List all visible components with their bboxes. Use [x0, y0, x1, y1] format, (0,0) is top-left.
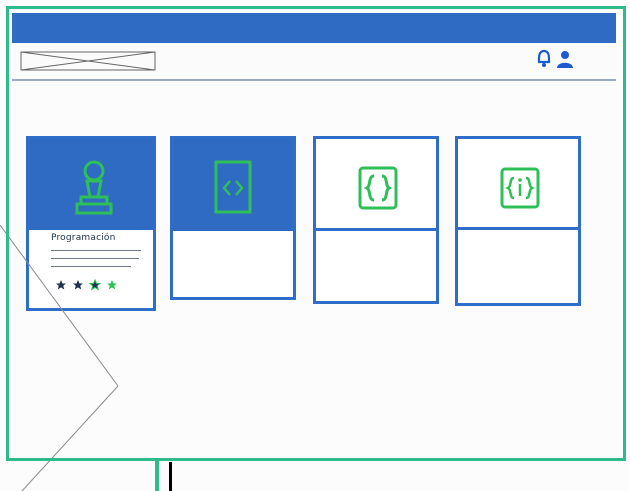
green-frame-bottom [6, 458, 159, 461]
black-edge-mark [169, 462, 172, 491]
green-frame-edge [155, 461, 159, 491]
sketch-diagonal-lines [0, 224, 119, 491]
